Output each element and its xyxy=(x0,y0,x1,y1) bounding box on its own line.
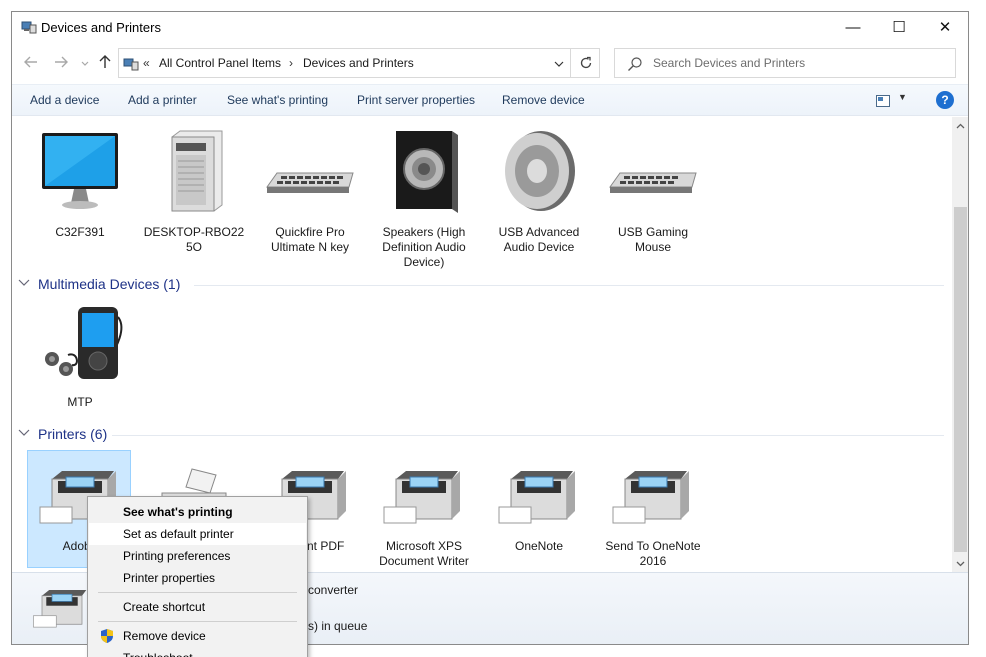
chevron-up-icon xyxy=(956,123,965,128)
device-tile[interactable]: Speakers (High Definition Audio Device) xyxy=(372,127,476,270)
vertical-scrollbar[interactable] xyxy=(952,117,968,572)
group-divider xyxy=(194,285,944,286)
device-tile[interactable]: Microsoft XPS Document Writer xyxy=(372,467,476,569)
group-divider xyxy=(112,435,944,436)
arrow-right-icon xyxy=(55,56,68,68)
chevron-down-icon xyxy=(18,428,32,440)
breadcrumb-devices-and-printers[interactable]: Devices and Printers xyxy=(303,56,414,70)
computer-tower-icon xyxy=(171,130,223,212)
group-header-printers[interactable]: Printers (6) xyxy=(18,426,107,442)
device-tile[interactable]: USB Gaming Mouse xyxy=(601,127,705,255)
address-dropdown-button[interactable] xyxy=(547,52,571,76)
print-server-properties-button[interactable]: Print server properties xyxy=(357,93,475,107)
arrow-up-icon xyxy=(99,55,111,68)
add-device-button[interactable]: Add a device xyxy=(30,93,99,107)
device-label: USB Gaming Mouse xyxy=(617,225,689,254)
add-printer-button[interactable]: Add a printer xyxy=(128,93,197,107)
scroll-thumb[interactable] xyxy=(954,207,967,552)
details-model: converter xyxy=(308,583,359,597)
command-bar: Add a device Add a printer See what's pr… xyxy=(12,84,968,116)
search-icon xyxy=(628,57,642,71)
menu-item-create-shortcut[interactable]: Create shortcut xyxy=(89,596,306,618)
context-menu: See what's printing Set as default print… xyxy=(87,496,308,657)
refresh-icon xyxy=(580,56,591,69)
window-title: Devices and Printers xyxy=(41,20,161,35)
menu-separator xyxy=(98,592,297,593)
device-tile[interactable]: Send To OneNote 2016 xyxy=(601,467,705,569)
device-label: Quickfire Pro Ultimate N key xyxy=(270,225,350,254)
address-row: « All Control Panel Items › Devices and … xyxy=(12,45,968,79)
devices-printers-icon xyxy=(21,21,37,34)
device-label: DESKTOP-RBO22 5O xyxy=(143,225,245,254)
chevron-down-icon xyxy=(81,61,89,66)
chevron-down-icon xyxy=(18,278,32,290)
device-label: Speakers (High Definition Audio Device) xyxy=(382,225,466,269)
device-label: C32F391 xyxy=(55,225,105,239)
menu-item-troubleshoot[interactable]: Troubleshoot xyxy=(89,647,306,657)
device-tile[interactable]: Quickfire Pro Ultimate N key xyxy=(258,127,362,255)
device-label: OneNote xyxy=(514,539,564,553)
device-tile[interactable]: DESKTOP-RBO22 5O xyxy=(142,127,246,255)
details-status: s) in queue xyxy=(308,619,368,633)
keyboard-icon xyxy=(266,172,354,193)
printer-icon xyxy=(383,471,460,524)
group-title: Multimedia Devices (1) xyxy=(38,276,181,292)
remove-device-button[interactable]: Remove device xyxy=(502,93,585,107)
printer-icon xyxy=(33,590,87,628)
device-tile[interactable]: MTP xyxy=(28,299,132,410)
scroll-up-button[interactable] xyxy=(952,117,968,134)
device-label: USB Advanced Audio Device xyxy=(498,225,580,254)
search-box[interactable] xyxy=(614,48,956,78)
view-options-dropdown[interactable]: ▼ xyxy=(898,92,907,102)
group-header-multimedia[interactable]: Multimedia Devices (1) xyxy=(18,276,180,292)
breadcrumb-separator[interactable]: › xyxy=(289,56,293,70)
device-label: Microsoft XPS Document Writer xyxy=(379,539,469,568)
address-bar[interactable]: « All Control Panel Items › Devices and … xyxy=(118,48,600,78)
media-player-icon xyxy=(45,307,123,379)
printer-icon xyxy=(498,471,575,524)
menu-separator xyxy=(98,621,297,622)
group-title: Printers (6) xyxy=(38,426,108,442)
scroll-down-button[interactable] xyxy=(952,555,968,572)
arrow-left-icon xyxy=(24,56,37,68)
refresh-button[interactable] xyxy=(570,48,600,78)
shield-icon xyxy=(101,629,113,643)
menu-item-printing-preferences[interactable]: Printing preferences xyxy=(89,545,306,567)
speaker-round-icon xyxy=(505,131,575,211)
keyboard-icon xyxy=(609,172,697,193)
change-view-icon[interactable] xyxy=(876,95,890,107)
printer-icon xyxy=(612,471,689,524)
see-whats-printing-button[interactable]: See what's printing xyxy=(227,93,328,107)
menu-item-label: Remove device xyxy=(123,629,206,643)
menu-item-remove-device[interactable]: Remove device xyxy=(89,625,306,647)
device-tile[interactable]: OneNote xyxy=(487,467,591,554)
back-button[interactable] xyxy=(22,53,40,71)
device-tile[interactable]: USB Advanced Audio Device xyxy=(487,127,591,255)
device-tile[interactable]: C32F391 xyxy=(28,127,132,240)
monitor-icon xyxy=(42,133,118,209)
help-button[interactable]: ? xyxy=(936,91,954,109)
search-input[interactable] xyxy=(653,49,949,77)
control-panel-icon xyxy=(123,58,139,71)
up-button[interactable] xyxy=(96,53,114,71)
minimize-button[interactable]: — xyxy=(830,12,876,42)
chevron-down-icon xyxy=(554,61,564,67)
speaker-icon xyxy=(396,131,458,213)
chevron-down-icon xyxy=(956,561,965,566)
maximize-button[interactable]: ☐ xyxy=(876,12,922,42)
forward-button[interactable] xyxy=(52,53,70,71)
title-bar: Devices and Printers — ☐ ✕ xyxy=(12,12,968,42)
menu-item-printer-properties[interactable]: Printer properties xyxy=(89,567,306,589)
menu-item-set-default-printer[interactable]: Set as default printer xyxy=(89,523,306,545)
device-label: Send To OneNote 2016 xyxy=(605,539,701,568)
device-label: MTP xyxy=(67,395,93,409)
close-button[interactable]: ✕ xyxy=(922,12,968,42)
breadcrumb-overflow[interactable]: « xyxy=(143,56,150,70)
menu-item-see-whats-printing[interactable]: See what's printing xyxy=(89,501,306,523)
recent-locations-button[interactable] xyxy=(76,55,94,73)
breadcrumb-all-control-panel-items[interactable]: All Control Panel Items xyxy=(159,56,281,70)
